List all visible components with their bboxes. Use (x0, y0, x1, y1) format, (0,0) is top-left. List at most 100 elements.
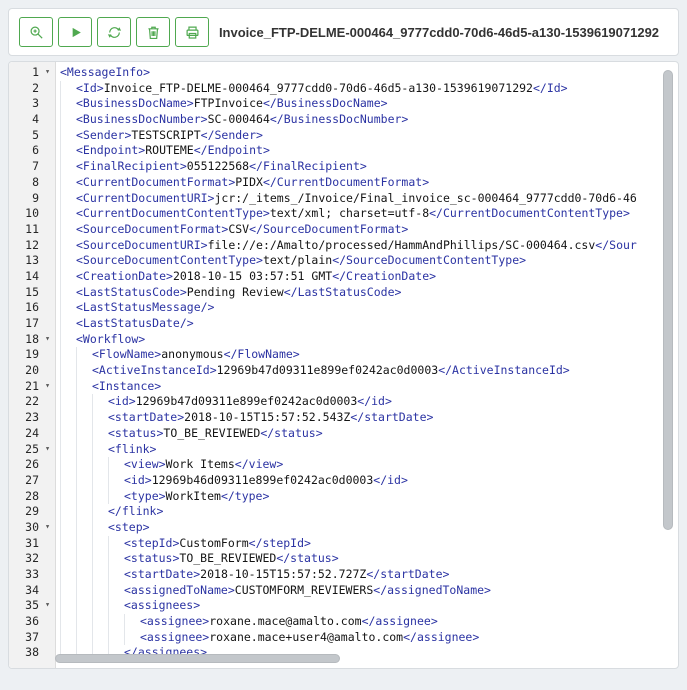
code-line[interactable]: 27<id>12969b46d09311e899ef0242ac0d0003</… (9, 473, 678, 489)
fold-toggle-icon[interactable]: ▾ (39, 520, 56, 536)
code-line[interactable]: 24<status>TO_BE_REVIEWED</status> (9, 426, 678, 442)
code-line[interactable]: 19<FlowName>anonymous</FlowName> (9, 347, 678, 363)
fold-gutter-spacer (39, 489, 56, 505)
code-line[interactable]: 16<LastStatusMessage/> (9, 300, 678, 316)
fold-gutter-spacer (39, 300, 56, 316)
fold-gutter-spacer (39, 410, 56, 426)
fold-gutter-spacer (39, 457, 56, 473)
code-line[interactable]: 1▾<MessageInfo> (9, 65, 678, 81)
print-button[interactable] (175, 17, 209, 47)
line-gutter: 37 (9, 630, 56, 646)
line-gutter: 19 (9, 347, 56, 363)
indent-guides (60, 614, 140, 630)
code-line[interactable]: 21▾<Instance> (9, 379, 678, 395)
line-gutter: 35▾ (9, 598, 56, 614)
code-line[interactable]: 23<startDate>2018-10-15T15:57:52.543Z</s… (9, 410, 678, 426)
indent-guides (60, 206, 76, 222)
line-gutter: 6 (9, 143, 56, 159)
line-number: 2 (9, 81, 39, 97)
line-gutter: 1▾ (9, 65, 56, 81)
code-line[interactable]: 9<CurrentDocumentURI>jcr:/_items_/Invoic… (9, 191, 678, 207)
delete-button[interactable] (136, 17, 170, 47)
code-line[interactable]: 33<startDate>2018-10-15T15:57:52.727Z</s… (9, 567, 678, 583)
code-line[interactable]: 7<FinalRecipient>055122568</FinalRecipie… (9, 159, 678, 175)
code-line[interactable]: 32<status>TO_BE_REVIEWED</status> (9, 551, 678, 567)
code-line[interactable]: 17<LastStatusDate/> (9, 316, 678, 332)
indent-guides (60, 410, 108, 426)
code-line[interactable]: 35▾<assignees> (9, 598, 678, 614)
code-text: <CurrentDocumentURI>jcr:/_items_/Invoice… (56, 191, 678, 207)
fold-gutter-spacer (39, 363, 56, 379)
code-line[interactable]: 20<ActiveInstanceId>12969b47d09311e899ef… (9, 363, 678, 379)
fold-toggle-icon[interactable]: ▾ (39, 332, 56, 348)
line-gutter: 21▾ (9, 379, 56, 395)
code-line[interactable]: 13<SourceDocumentContentType>text/plain<… (9, 253, 678, 269)
code-line[interactable]: 8<CurrentDocumentFormat>PIDX</CurrentDoc… (9, 175, 678, 191)
code-line[interactable]: 11 <SourceDocumentFormat>CSV</SourceDocum… (9, 222, 678, 238)
line-number: 11 (9, 222, 39, 238)
line-number: 32 (9, 551, 39, 567)
fold-gutter-spacer (39, 159, 56, 175)
run-button[interactable] (58, 17, 92, 47)
line-gutter: 22 (9, 394, 56, 410)
xml-editor[interactable]: 1▾<MessageInfo>2<Id>Invoice_FTP-DELME-00… (8, 61, 679, 669)
indent-guides (60, 269, 76, 285)
fold-toggle-icon[interactable]: ▾ (39, 379, 56, 395)
code-line[interactable]: 37<assignee>roxane.mace+user4@amalto.com… (9, 630, 678, 646)
refresh-button[interactable] (97, 17, 131, 47)
line-gutter: 27 (9, 473, 56, 489)
line-gutter: 20 (9, 363, 56, 379)
fold-gutter-spacer (39, 473, 56, 489)
indent-guides (60, 583, 124, 599)
code-line[interactable]: 22<id>12969b47d09311e899ef0242ac0d0003</… (9, 394, 678, 410)
line-number: 7 (9, 159, 39, 175)
fold-toggle-icon[interactable]: ▾ (39, 65, 56, 81)
line-number: 21 (9, 379, 39, 395)
line-number: 27 (9, 473, 39, 489)
code-line[interactable]: 28<type>WorkItem</type> (9, 489, 678, 505)
code-text: <MessageInfo> (56, 65, 678, 81)
line-number: 15 (9, 285, 39, 301)
code-line[interactable]: 25▾<flink> (9, 442, 678, 458)
code-text: <startDate>2018-10-15T15:57:52.727Z</sta… (56, 567, 678, 583)
code-line[interactable]: 10<CurrentDocumentContentType>text/xml; … (9, 206, 678, 222)
code-line[interactable]: 18▾<Workflow> (9, 332, 678, 348)
code-text: <startDate>2018-10-15T15:57:52.543Z</sta… (56, 410, 678, 426)
fold-gutter-spacer (39, 96, 56, 112)
code-line[interactable]: 34<assignedToName>CUSTOMFORM_REVIEWERS</… (9, 583, 678, 599)
indent-guides (60, 394, 108, 410)
line-gutter: 33 (9, 567, 56, 583)
line-number: 31 (9, 536, 39, 552)
indent-guides (60, 520, 108, 536)
fold-gutter-spacer (39, 630, 56, 646)
code-line[interactable]: 30▾<step> (9, 520, 678, 536)
code-line[interactable]: 15<LastStatusCode>Pending Review</LastSt… (9, 285, 678, 301)
fold-toggle-icon[interactable]: ▾ (39, 598, 56, 614)
horizontal-scrollbar[interactable] (55, 654, 340, 663)
code-line[interactable]: 31<stepId>CustomForm</stepId> (9, 536, 678, 552)
fold-gutter-spacer (39, 269, 56, 285)
code-line[interactable]: 26<view>Work Items</view> (9, 457, 678, 473)
vertical-scrollbar[interactable] (663, 70, 673, 530)
code-line[interactable]: 3<BusinessDocName>FTPInvoice</BusinessDo… (9, 96, 678, 112)
fold-toggle-icon[interactable]: ▾ (39, 442, 56, 458)
line-gutter: 9 (9, 191, 56, 207)
code-line[interactable]: 5<Sender>TESTSCRIPT</Sender> (9, 128, 678, 144)
code-text: <Sender>TESTSCRIPT</Sender> (56, 128, 678, 144)
indent-guides (60, 347, 92, 363)
line-gutter: 23 (9, 410, 56, 426)
indent-guides (60, 285, 76, 301)
code-line[interactable]: 12<SourceDocumentURI>file://e:/Amalto/pr… (9, 238, 678, 254)
code-line[interactable]: 4<BusinessDocNumber>SC-000464</BusinessD… (9, 112, 678, 128)
fold-gutter-spacer (39, 112, 56, 128)
indent-guides (60, 442, 108, 458)
code-text: <assignee>roxane.mace+user4@amalto.com</… (56, 630, 678, 646)
code-text: <SourceDocumentFormat>CSV</SourceDocumen… (56, 222, 678, 238)
code-line[interactable]: 6<Endpoint>ROUTEME</Endpoint> (9, 143, 678, 159)
line-gutter: 36 (9, 614, 56, 630)
code-line[interactable]: 29</flink> (9, 504, 678, 520)
zoom-button[interactable] (19, 17, 53, 47)
code-line[interactable]: 36<assignee>roxane.mace@amalto.com</assi… (9, 614, 678, 630)
code-line[interactable]: 14<CreationDate>2018-10-15 03:57:51 GMT<… (9, 269, 678, 285)
code-line[interactable]: 2<Id>Invoice_FTP-DELME-000464_9777cdd0-7… (9, 81, 678, 97)
